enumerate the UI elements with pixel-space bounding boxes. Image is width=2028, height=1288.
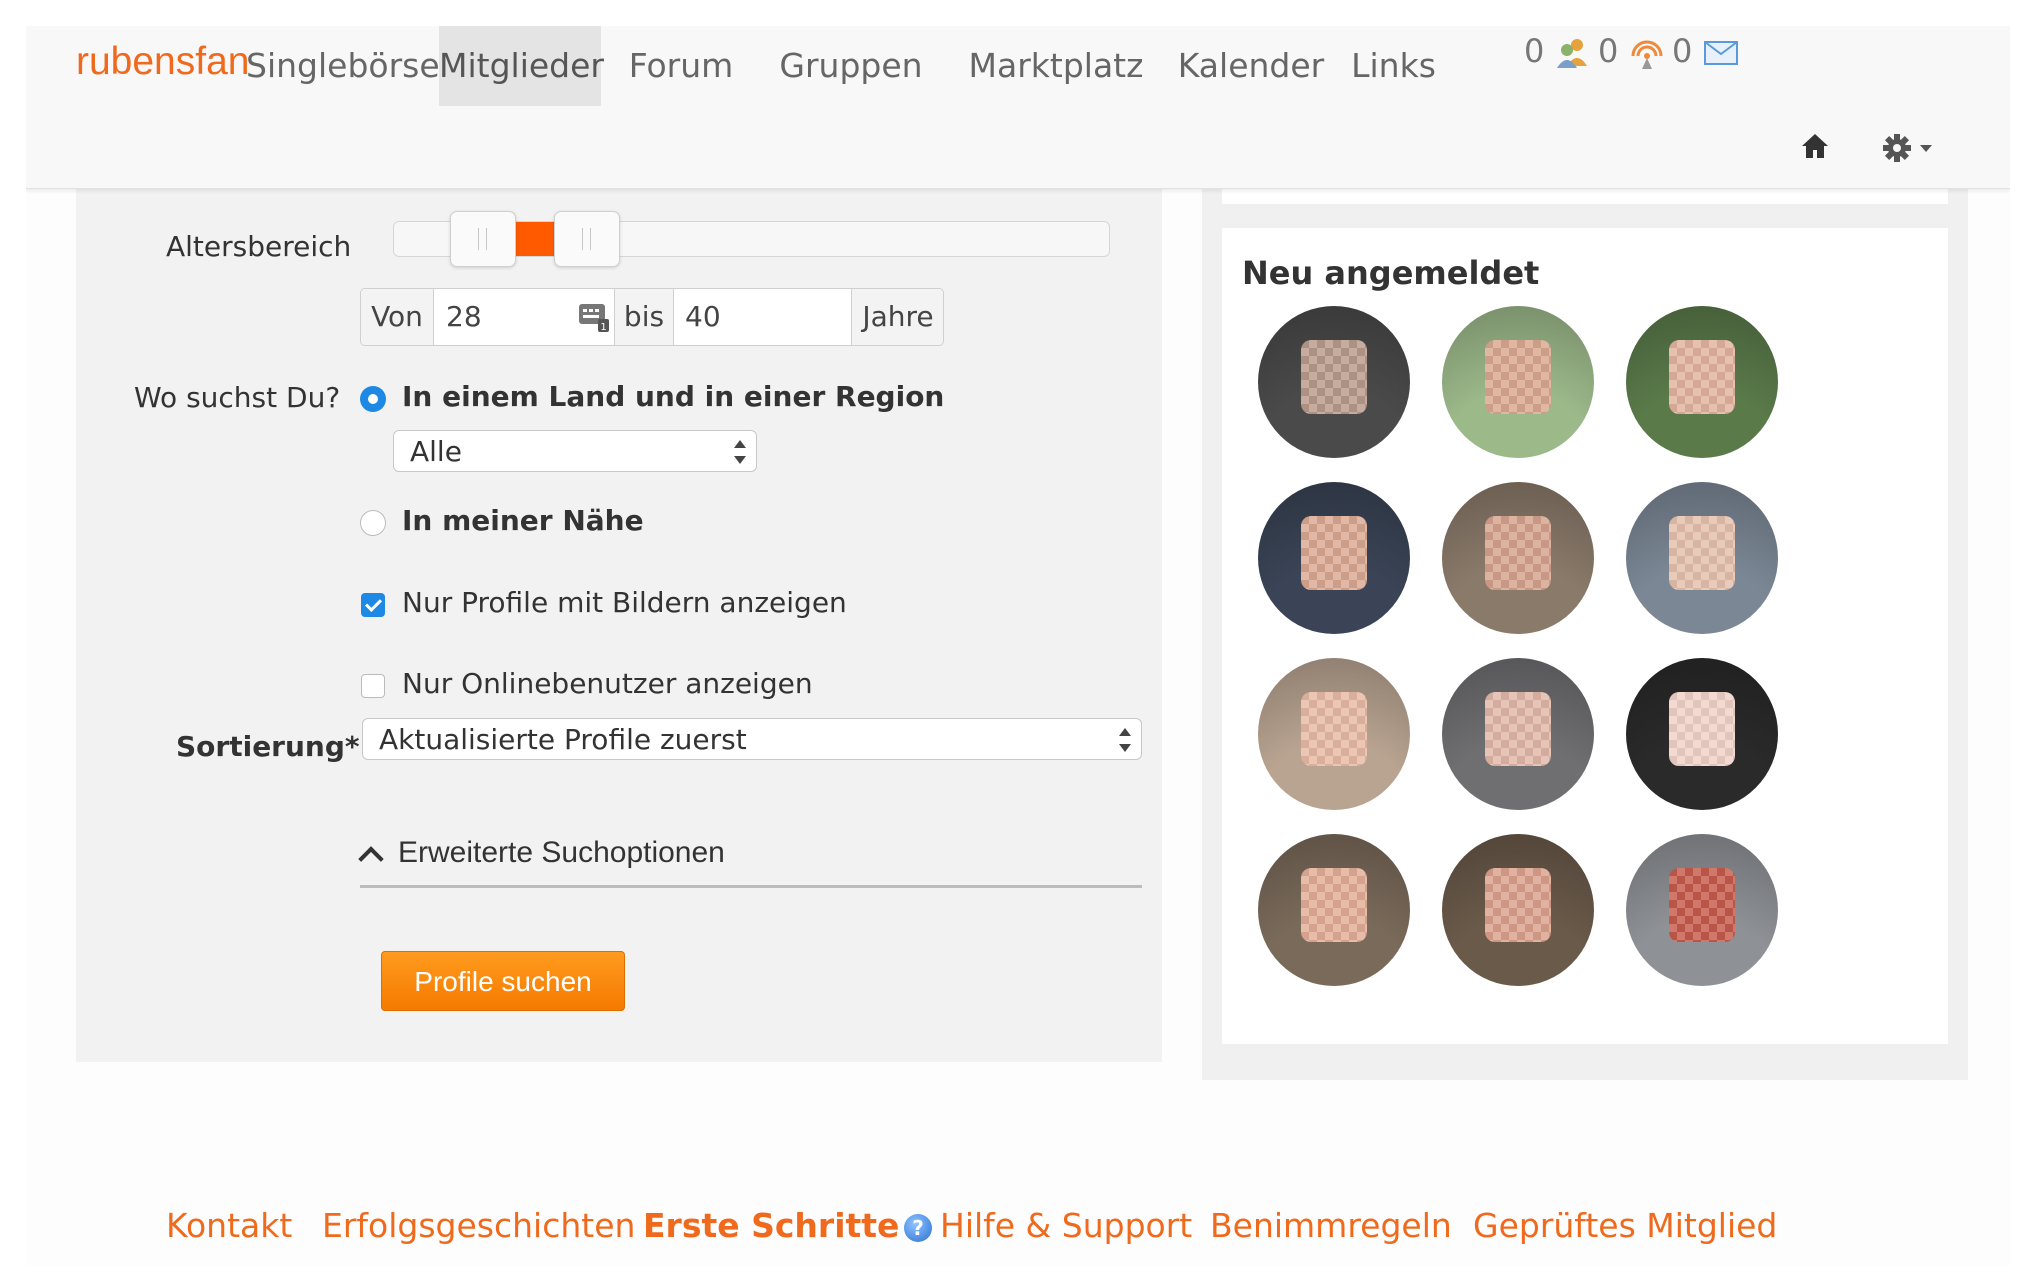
where-label: Wo suchst Du? <box>134 381 341 414</box>
footer-link-geprueftes-mitglied[interactable]: Geprüftes Mitglied <box>1473 1206 1777 1245</box>
pixelated-face <box>1485 340 1551 414</box>
member-avatar[interactable] <box>1626 834 1778 986</box>
pixelated-face <box>1301 692 1367 766</box>
age-max-handle[interactable] <box>554 211 621 267</box>
member-avatar[interactable] <box>1442 658 1594 810</box>
von-addon: Von <box>361 289 434 345</box>
chevron-up-icon <box>358 846 384 872</box>
age-min-handle[interactable] <box>450 211 517 267</box>
sidebar: Neu angemeldet <box>1202 188 1968 1080</box>
member-avatar[interactable] <box>1626 658 1778 810</box>
age-to-input[interactable]: 40 <box>673 289 851 345</box>
footer-link-benimmregeln[interactable]: Benimmregeln <box>1210 1206 1452 1245</box>
nav-singleboerse[interactable]: Singlebörse <box>246 26 440 106</box>
radio-nearby[interactable] <box>360 510 386 536</box>
footer-link-hilfe[interactable]: ? Hilfe & Support <box>904 1206 1192 1245</box>
contacts-counter[interactable]: 0 <box>1524 26 1589 76</box>
sort-label: Sortierung* <box>176 730 360 763</box>
top-navbar: rubensfan Singlebörse Mitglieder Forum G… <box>26 26 2010 189</box>
new-members-widget: Neu angemeldet <box>1222 228 1948 1044</box>
pixelated-face <box>1669 868 1735 942</box>
help-icon: ? <box>904 1213 932 1242</box>
site-logo[interactable]: rubensfan <box>76 40 249 84</box>
home-icon[interactable] <box>1800 132 1830 160</box>
keyboard-autofill-icon: 1 <box>579 304 609 333</box>
member-avatar[interactable] <box>1442 834 1594 986</box>
member-search-form: Altersbereich Von 28 1 bis 40 Jahre Wo s… <box>76 188 1162 1062</box>
footer-link-kontakt[interactable]: Kontakt <box>166 1206 292 1245</box>
pixelated-face <box>1669 516 1735 590</box>
advanced-options-toggle[interactable]: Erweiterte Suchoptionen <box>358 836 725 872</box>
member-avatar[interactable] <box>1626 482 1778 634</box>
member-avatar[interactable] <box>1258 658 1410 810</box>
svg-text:1: 1 <box>600 322 606 333</box>
member-avatar[interactable] <box>1442 482 1594 634</box>
nav-kalender[interactable]: Kalender <box>1171 26 1331 106</box>
jahre-addon: Jahre <box>851 289 943 345</box>
only-online-label[interactable]: Nur Onlinebenutzer anzeigen <box>402 667 813 700</box>
sort-select[interactable]: Aktualisierte Profile zuerst <box>362 718 1142 760</box>
member-avatar[interactable] <box>1626 306 1778 458</box>
option-nearby-label[interactable]: In meiner Nähe <box>402 504 644 537</box>
pixelated-face <box>1485 868 1551 942</box>
age-range-slider[interactable] <box>393 211 1110 267</box>
bis-addon: bis <box>614 289 674 345</box>
option-region-label[interactable]: In einem Land und in einer Region <box>402 380 944 413</box>
age-input-group: Von 28 1 bis 40 Jahre <box>360 288 944 346</box>
pixelated-face <box>1301 868 1367 942</box>
pixelated-face <box>1485 692 1551 766</box>
age-from-input[interactable]: 28 1 <box>434 289 614 345</box>
member-avatar[interactable] <box>1258 306 1410 458</box>
people-icon <box>1556 39 1587 68</box>
messages-counter[interactable]: 0 <box>1672 26 1739 76</box>
browser-page: rubensfan Singlebörse Mitglieder Forum G… <box>26 26 2010 1266</box>
nav-forum[interactable]: Forum <box>616 26 746 106</box>
member-avatar[interactable] <box>1258 834 1410 986</box>
pixelated-face <box>1301 340 1367 414</box>
caret-down-icon <box>1920 145 1932 152</box>
select-arrows-icon <box>734 437 746 467</box>
member-avatar[interactable] <box>1258 482 1410 634</box>
pixelated-face <box>1669 340 1735 414</box>
contacts-count: 0 <box>1524 32 1545 70</box>
radar-icon <box>1631 40 1663 69</box>
select-arrows-icon <box>1119 725 1131 755</box>
form-divider <box>360 885 1142 888</box>
nav-links[interactable]: Links <box>1341 26 1446 106</box>
pixelated-face <box>1301 516 1367 590</box>
visitors-count: 0 <box>1598 32 1619 70</box>
nav-mitglieder[interactable]: Mitglieder <box>439 26 604 106</box>
radio-region[interactable] <box>360 386 386 412</box>
only-pictures-checkbox[interactable] <box>361 593 385 617</box>
pixelated-face <box>1485 516 1551 590</box>
footer-link-erste-schritte[interactable]: Erste Schritte <box>643 1206 899 1245</box>
envelope-icon <box>1703 41 1738 65</box>
footer-link-erfolgsgeschichten[interactable]: Erfolgsgeschichten <box>322 1206 635 1245</box>
member-avatar[interactable] <box>1442 306 1594 458</box>
region-select[interactable]: Alle <box>393 430 757 472</box>
search-profiles-button[interactable]: Profile suchen <box>381 951 625 1011</box>
visitors-counter[interactable]: 0 <box>1598 26 1665 76</box>
sidebar-top-widget <box>1222 188 1948 204</box>
only-online-checkbox[interactable] <box>361 674 385 698</box>
nav-marktplatz[interactable]: Marktplatz <box>956 26 1156 106</box>
gear-icon[interactable] <box>1882 132 1934 164</box>
age-range-label: Altersbereich <box>166 230 352 263</box>
footer-links: Kontakt Erfolgsgeschichten Erste Schritt… <box>26 1206 2010 1266</box>
pixelated-face <box>1669 692 1735 766</box>
messages-count: 0 <box>1672 32 1693 70</box>
nav-gruppen[interactable]: Gruppen <box>761 26 941 106</box>
only-pictures-label[interactable]: Nur Profile mit Bildern anzeigen <box>402 586 847 619</box>
new-members-title: Neu angemeldet <box>1242 254 1540 292</box>
